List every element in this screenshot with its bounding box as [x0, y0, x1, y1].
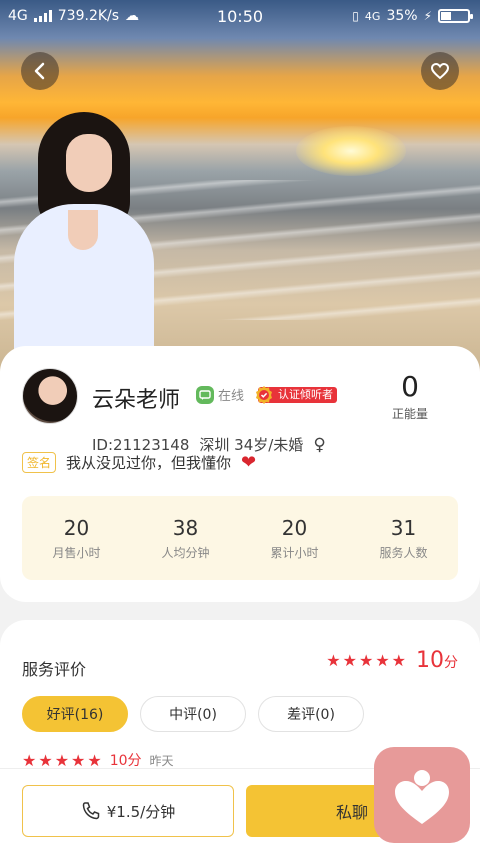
- review-stars: ★ ★ ★ ★ ★: [22, 751, 102, 770]
- verified-shield-icon: [256, 386, 272, 404]
- star-icon: ★: [87, 750, 102, 770]
- battery-percent: 35%: [386, 8, 418, 24]
- female-icon: ♀: [313, 434, 326, 455]
- signature-text: 我从没见过你，但我懂你: [66, 454, 232, 472]
- vibrate-icon: ▯: [352, 9, 359, 23]
- network-type-right: 4G: [364, 9, 381, 23]
- verified-badge: 认证倾听者: [254, 386, 337, 404]
- energy-label: 正能量: [391, 407, 428, 421]
- chevron-left-icon: [34, 62, 45, 80]
- avatar[interactable]: [22, 368, 78, 424]
- star-icon: ★: [375, 651, 390, 670]
- charging-icon: ⚡: [423, 9, 432, 23]
- filter-good[interactable]: 好评(16): [22, 696, 128, 732]
- star-icon: ★: [342, 651, 357, 670]
- back-button[interactable]: [21, 52, 59, 90]
- star-icon: ★: [358, 651, 374, 670]
- profile-cover-photo: [0, 0, 480, 380]
- review-score: 10分: [109, 753, 142, 769]
- stat-served-users: 31 服务人数: [379, 515, 428, 560]
- heart-emoji-icon: ❤: [241, 452, 257, 473]
- chat-bubble-icon: [196, 385, 214, 404]
- favorite-button[interactable]: [421, 52, 459, 90]
- star-icon: ★: [38, 750, 53, 770]
- review-time: 昨天: [149, 753, 174, 768]
- battery-icon: [438, 9, 473, 23]
- star-icon: ★: [54, 750, 70, 770]
- overall-rating: ★ ★ ★ ★ ★ 10分: [326, 648, 458, 673]
- signature: 签名 我从没见过你，但我懂你 ❤: [22, 452, 256, 473]
- star-icon: ★: [391, 651, 406, 670]
- voice-call-button[interactable]: ¥1.5/分钟: [22, 785, 234, 837]
- rating-stars: ★ ★ ★ ★ ★: [326, 651, 406, 670]
- energy-counter: 0 正能量: [380, 370, 440, 422]
- phone-icon: [82, 802, 100, 820]
- person-figure: [14, 112, 154, 374]
- stat-avg-minutes: 38 人均分钟: [161, 515, 210, 560]
- star-icon: ★: [22, 750, 37, 770]
- heart-outline-icon: [430, 62, 450, 80]
- call-price-label: ¥1.5/分钟: [106, 802, 176, 821]
- floating-app-button[interactable]: [374, 747, 470, 843]
- filter-neutral[interactable]: 中评(0): [140, 696, 246, 732]
- star-icon: ★: [71, 750, 86, 770]
- reviews-title: 服务评价: [22, 660, 87, 679]
- profile-card: 云朵老师 在线 认证倾听者 0 正能量 ID:21123148 深圳 34岁/未…: [0, 346, 480, 602]
- review-item: ★ ★ ★ ★ ★ 10分 昨天: [22, 750, 174, 770]
- star-icon: ★: [326, 651, 341, 670]
- heart-person-icon: [395, 770, 449, 824]
- signature-tag: 签名: [22, 452, 57, 473]
- filter-bad[interactable]: 差评(0): [258, 696, 364, 732]
- online-status: 在线: [196, 385, 244, 404]
- service-stats: 20 月售小时 38 人均分钟 20 累计小时 31 服务人数: [22, 496, 458, 580]
- status-bar: 4G 739.2K/s ☁ 10:50 ▯ 4G 35% ⚡: [0, 0, 480, 34]
- rating-score: 10分: [416, 648, 458, 673]
- sun: [296, 126, 406, 176]
- energy-value: 0: [401, 370, 419, 403]
- profile-name: 云朵老师: [92, 388, 181, 413]
- user-id: ID:21123148: [92, 435, 190, 454]
- stat-total-hours: 20 累计小时: [270, 515, 319, 560]
- review-filters: 好评(16) 中评(0) 差评(0): [22, 696, 364, 732]
- stat-monthly-hours: 20 月售小时: [52, 515, 101, 560]
